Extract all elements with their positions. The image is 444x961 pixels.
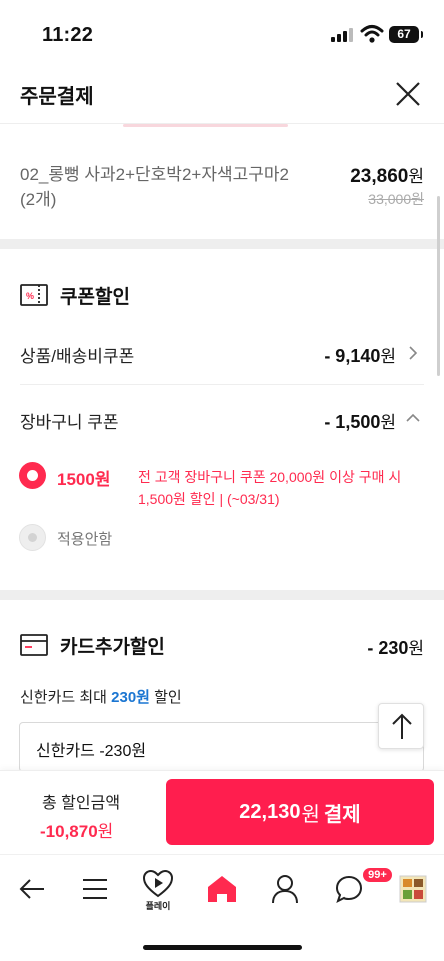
menu-icon (83, 879, 107, 899)
total-discount-label: 총 할인금액 (42, 795, 121, 812)
product-price-unit: 원 (408, 167, 424, 186)
cart-coupon-value[interactable]: - 1,500원 (324, 408, 396, 433)
nav-my-page[interactable] (265, 869, 305, 909)
product-coupon-unit: 원 (380, 347, 396, 366)
coupon-option-amount: 1500원 (57, 470, 111, 489)
product-original-price: 33,000원 (368, 191, 424, 207)
page-header: 주문결제 (0, 62, 444, 124)
pay-amount: 22,130 (239, 800, 301, 823)
card-discount-unit: 원 (408, 639, 424, 658)
chat-icon (335, 875, 363, 903)
scrollbar[interactable] (437, 196, 440, 376)
coupon-icon-label: % (26, 291, 34, 301)
nav-play-label: 플레이 (145, 901, 171, 911)
arrow-up-icon (392, 713, 412, 739)
product-coupon-label: 상품/배송비쿠폰 (20, 347, 135, 366)
payment-bar: 총 할인금액 -10,870원 22,130 원 결제 (0, 770, 444, 854)
card-promo-amount: 230원 (111, 689, 150, 706)
pay-button[interactable]: 22,130 원 결제 (166, 779, 434, 845)
arrow-left-icon (19, 879, 44, 899)
recent-product-thumbnail-icon (399, 875, 427, 903)
card-discount-select[interactable]: 신한카드 -230원 (19, 722, 424, 772)
product-coupon-value[interactable]: - 9,140원 (324, 342, 396, 367)
coupon-section-title: 쿠폰할인 (60, 286, 130, 308)
credit-card-icon (20, 634, 48, 656)
coupon-radio-none[interactable] (19, 524, 46, 551)
coupon-radio-selected[interactable] (19, 462, 46, 489)
scroll-top-button[interactable] (378, 703, 424, 749)
close-icon[interactable] (390, 76, 426, 112)
coupon-section-header: % 쿠폰할인 (20, 281, 130, 309)
cart-coupon-label: 장바구니 쿠폰 (20, 413, 119, 432)
total-discount-unit: 원 (97, 822, 114, 841)
status-bar: 11:22 67 (0, 0, 444, 62)
signal-icon (331, 28, 353, 42)
user-icon (272, 875, 298, 904)
heart-play-icon (143, 870, 173, 898)
section-divider (0, 239, 444, 249)
nav-play[interactable]: 플레이 (138, 869, 178, 911)
battery-icon: 67 (389, 26, 423, 43)
wifi-icon (360, 25, 384, 43)
card-discount-amount: - 230 (367, 638, 409, 658)
card-discount-total: - 230원 (367, 634, 424, 659)
home-indicator (143, 945, 302, 950)
total-discount-amount: -10,870 (40, 822, 98, 841)
nav-recent-item[interactable] (393, 869, 433, 909)
card-section-header: 카드추가할인 (20, 631, 165, 659)
card-section-title: 카드추가할인 (60, 636, 165, 658)
product-coupon-amount: - 9,140 (324, 346, 381, 366)
card-promo-prefix: 신한카드 최대 (20, 689, 112, 706)
chevron-up-icon[interactable] (406, 411, 420, 425)
card-promo-suffix: 할인 (149, 689, 182, 706)
row-divider (20, 384, 424, 385)
product-price: 23,860원 (350, 162, 424, 188)
chat-badge: 99+ (361, 866, 394, 884)
cart-coupon-amount: - 1,500 (324, 412, 381, 432)
status-time: 11:22 (42, 24, 94, 46)
home-icon (208, 876, 236, 902)
chevron-right-icon[interactable] (406, 346, 420, 360)
card-promo-text: 신한카드 최대 230원 할인 (20, 686, 182, 707)
section-divider (0, 590, 444, 600)
section-indicator (123, 124, 288, 127)
page-title: 주문결제 (20, 86, 94, 108)
coupon-icon: % (20, 284, 48, 306)
nav-menu[interactable] (75, 869, 115, 909)
nav-home[interactable] (202, 869, 242, 909)
pay-action: 결제 (323, 803, 361, 826)
cart-coupon-unit: 원 (380, 413, 396, 432)
total-discount-value: -10,870원 (40, 817, 113, 842)
coupon-option-description: 전 고객 장바구니 쿠폰 20,000원 이상 구매 시 1,500원 할인 |… (138, 469, 402, 507)
nav-back[interactable] (12, 869, 52, 909)
pay-unit: 원 (301, 803, 320, 826)
coupon-option-none-label: 적용안함 (57, 531, 113, 548)
product-name: 02_롱뻥 사과2+단호박2+자색고구마2 (2개) (20, 165, 289, 209)
product-price-value: 23,860 (350, 166, 409, 187)
